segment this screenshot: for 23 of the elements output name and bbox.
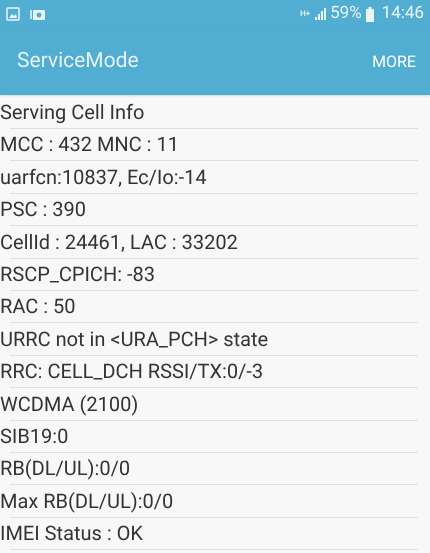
info-line: PSC : 390	[0, 196, 86, 224]
image-icon	[6, 7, 20, 21]
info-line: RAC : 50	[0, 293, 76, 320]
info-line: uarfcn:10837, Ec/Io:-14	[0, 164, 207, 191]
info-line: IMEI Status : OK	[0, 520, 143, 548]
info-line: Max RB(DL/UL):0/0	[0, 488, 174, 515]
info-line: RSCP_CPICH: -83	[0, 260, 156, 288]
info-line: Serving Cell Info	[0, 99, 144, 126]
camera-icon	[30, 7, 46, 21]
info-line: RB(DL/UL):0/0	[0, 455, 130, 482]
battery-icon	[366, 6, 374, 22]
more-button[interactable]: MORE	[372, 50, 416, 74]
battery-percentage: 59%	[330, 2, 362, 26]
info-line: URRC not in <URA_PCH> state	[0, 326, 268, 353]
info-line: CellId : 24461, LAC : 33202	[0, 228, 238, 256]
info-line: SIB19:0	[0, 422, 68, 450]
signal-icon	[314, 7, 326, 21]
network-type-indicator: H+	[300, 10, 310, 18]
info-line: WCDMA (2100)	[0, 390, 138, 418]
clock: 14:46	[382, 2, 424, 26]
app-title: ServiceMode	[17, 48, 139, 75]
info-line: RRC: CELL_DCH RSSI/TX:0/-3	[0, 358, 264, 386]
info-line: MCC : 432 MNC : 11	[0, 131, 179, 158]
